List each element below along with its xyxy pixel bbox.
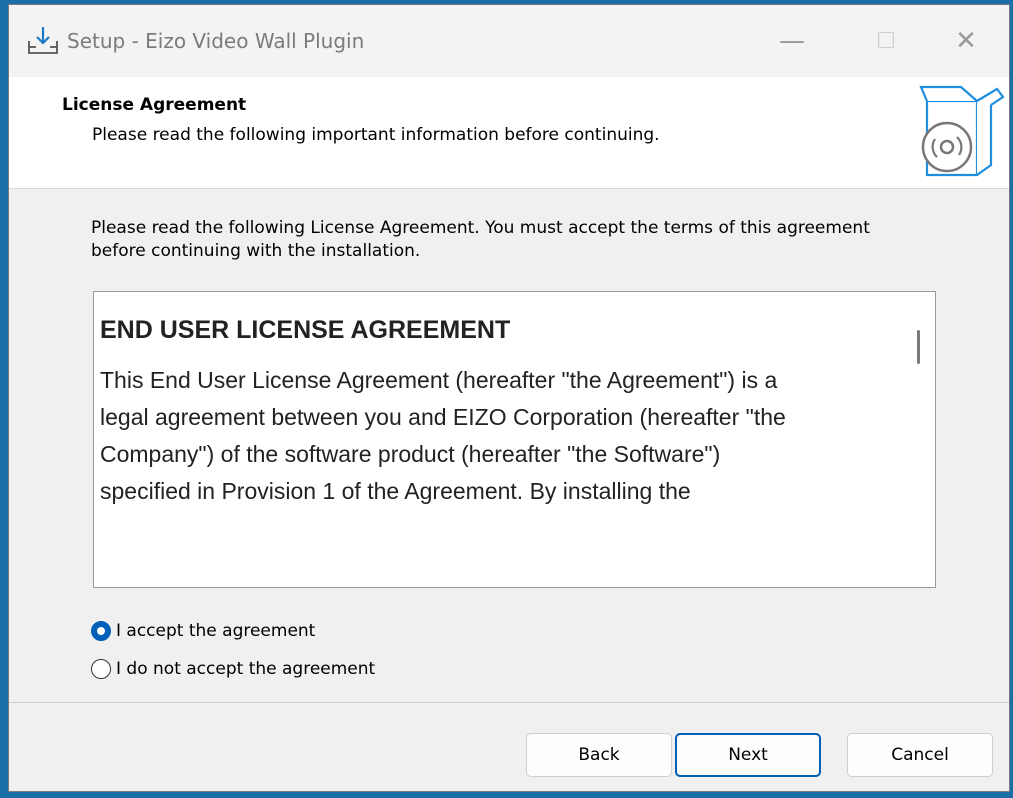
back-button[interactable]: Back — [526, 733, 672, 777]
license-heading: END USER LICENSE AGREEMENT — [100, 316, 511, 344]
wizard-header: License Agreement Please read the follow… — [9, 77, 1009, 189]
radio-unchecked-icon[interactable] — [91, 659, 111, 679]
footer-divider — [9, 702, 1009, 703]
decline-agreement-label: I do not accept the agreement — [116, 659, 376, 679]
intro-text: Please read the following License Agreem… — [91, 218, 870, 261]
radio-checked-icon[interactable] — [91, 621, 111, 641]
cancel-button[interactable]: Cancel — [847, 733, 993, 777]
accept-agreement-radio[interactable]: I accept the agreement — [91, 621, 315, 641]
next-button[interactable]: Next — [675, 733, 821, 777]
title-bar[interactable]: Setup - Eizo Video Wall Plugin — ☐ ✕ — [9, 5, 1009, 77]
license-content: END USER LICENSE AGREEMENT This End User… — [100, 292, 890, 510]
license-paragraph: This End User License Agreement (hereaft… — [100, 367, 786, 504]
license-text-area[interactable]: END USER LICENSE AGREEMENT This End User… — [93, 291, 936, 588]
page-subtitle: Please read the following important info… — [92, 125, 660, 145]
page-title: License Agreement — [62, 95, 247, 115]
scrollbar-thumb[interactable] — [917, 330, 920, 364]
window-title: Setup - Eizo Video Wall Plugin — [67, 29, 365, 53]
license-scrollbar[interactable] — [901, 292, 935, 587]
install-download-icon — [28, 27, 58, 54]
minimize-button[interactable]: — — [745, 5, 839, 77]
software-box-disc-icon — [919, 85, 1005, 177]
setup-window: Setup - Eizo Video Wall Plugin — ☐ ✕ Lic… — [8, 4, 1010, 792]
close-button[interactable]: ✕ — [919, 5, 1009, 77]
decline-agreement-radio[interactable]: I do not accept the agreement — [91, 659, 375, 679]
accept-agreement-label: I accept the agreement — [116, 621, 316, 641]
